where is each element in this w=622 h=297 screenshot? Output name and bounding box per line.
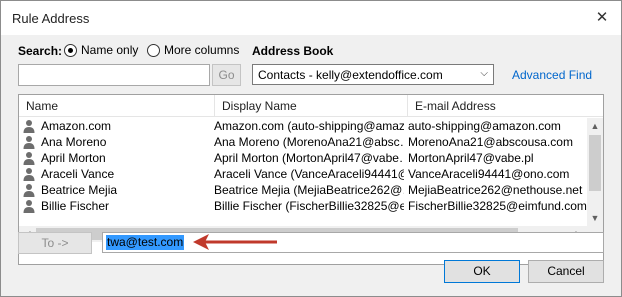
column-header-email[interactable]: E-mail Address xyxy=(415,99,496,113)
to-input-value: twa@test.com xyxy=(106,235,185,250)
radio-unselected-icon xyxy=(147,43,160,57)
column-divider[interactable] xyxy=(407,95,408,117)
scroll-down-icon[interactable]: ▼ xyxy=(587,210,603,226)
address-book-select[interactable]: Contacts - kelly@extendoffice.com ⌵ xyxy=(252,64,494,85)
contact-display-name: Araceli Vance (VanceAraceli94441@… xyxy=(214,167,404,181)
rule-address-dialog: Rule Address ✕ Search: Name only More co… xyxy=(0,0,622,297)
list-item[interactable]: Beatrice Mejia Beatrice Mejia (MejiaBeat… xyxy=(19,182,589,198)
radio-name-only[interactable]: Name only xyxy=(64,43,138,57)
list-item[interactable]: April Morton April Morton (MortonApril47… xyxy=(19,150,589,166)
contact-email: MorenoAna21@abscousa.com xyxy=(408,135,573,149)
dialog-body: Search: Name only More columns Address B… xyxy=(1,35,621,296)
annotation-arrow-icon xyxy=(193,234,277,250)
close-icon[interactable]: ✕ xyxy=(591,7,613,29)
contact-person-icon xyxy=(23,200,35,213)
list-rows: Amazon.com Amazon.com (auto-shipping@ama… xyxy=(19,118,589,214)
contact-person-icon xyxy=(23,136,35,149)
window-title: Rule Address xyxy=(12,11,90,26)
contact-display-name: April Morton (MortonApril47@vabe… xyxy=(214,151,404,165)
vertical-scroll-thumb[interactable] xyxy=(589,135,601,191)
advanced-find-link[interactable]: Advanced Find xyxy=(512,68,592,82)
radio-more-columns[interactable]: More columns xyxy=(147,43,239,57)
list-item[interactable]: Amazon.com Amazon.com (auto-shipping@ama… xyxy=(19,118,589,134)
column-header-display-name[interactable]: Display Name xyxy=(222,99,297,113)
ok-button[interactable]: OK xyxy=(444,260,520,283)
to-input[interactable]: twa@test.com xyxy=(102,232,604,253)
cancel-button[interactable]: Cancel xyxy=(528,260,604,283)
scroll-up-icon[interactable]: ▲ xyxy=(587,118,603,134)
search-input[interactable] xyxy=(18,64,210,86)
contact-display-name: Beatrice Mejia (MejiaBeatrice262@… xyxy=(214,183,404,197)
contact-display-name: Ana Moreno (MorenoAna21@absc… xyxy=(214,135,404,149)
vertical-scrollbar[interactable]: ▲ ▼ xyxy=(587,118,603,226)
to-button[interactable]: To -> xyxy=(18,232,92,254)
chevron-down-icon: ⌵ xyxy=(480,68,488,79)
contact-name: Beatrice Mejia xyxy=(41,183,118,197)
radio-name-only-label: Name only xyxy=(81,43,139,57)
contact-email: auto-shipping@amazon.com xyxy=(408,119,561,133)
contact-person-icon xyxy=(23,152,35,165)
column-divider[interactable] xyxy=(214,95,215,117)
list-item[interactable]: Billie Fischer Billie Fischer (FischerBi… xyxy=(19,198,589,214)
contact-email: VanceAraceli94441@ono.com xyxy=(408,167,570,181)
contact-name: Ana Moreno xyxy=(41,135,107,149)
go-button[interactable]: Go xyxy=(212,64,241,86)
contact-email: FischerBillie32825@eimfund.com xyxy=(408,199,587,213)
contact-email: MejiaBeatrice262@nethouse.net xyxy=(408,183,583,197)
address-book-label: Address Book xyxy=(252,44,334,58)
contact-name: Billie Fischer xyxy=(41,199,110,213)
radio-selected-icon xyxy=(64,43,77,57)
list-item[interactable]: Araceli Vance Araceli Vance (VanceAracel… xyxy=(19,166,589,182)
column-header-name[interactable]: Name xyxy=(26,99,58,113)
title-bar: Rule Address ✕ xyxy=(1,1,621,35)
contact-name: Amazon.com xyxy=(41,119,112,133)
radio-more-columns-label: More columns xyxy=(164,43,240,57)
contact-person-icon xyxy=(23,168,35,181)
contact-name: Araceli Vance xyxy=(41,167,115,181)
contact-email: MortonApril47@vabe.pl xyxy=(408,151,534,165)
contact-display-name: Amazon.com (auto-shipping@amaz… xyxy=(214,119,404,133)
address-book-selected: Contacts - kelly@extendoffice.com xyxy=(258,68,443,82)
contact-name: April Morton xyxy=(41,151,106,165)
contact-person-icon xyxy=(23,120,35,133)
contact-person-icon xyxy=(23,184,35,197)
search-label: Search: xyxy=(18,44,63,58)
list-item[interactable]: Ana Moreno Ana Moreno (MorenoAna21@absc…… xyxy=(19,134,589,150)
contact-display-name: Billie Fischer (FischerBillie32825@ei… xyxy=(214,199,404,213)
list-header: Name Display Name E-mail Address xyxy=(19,95,603,117)
